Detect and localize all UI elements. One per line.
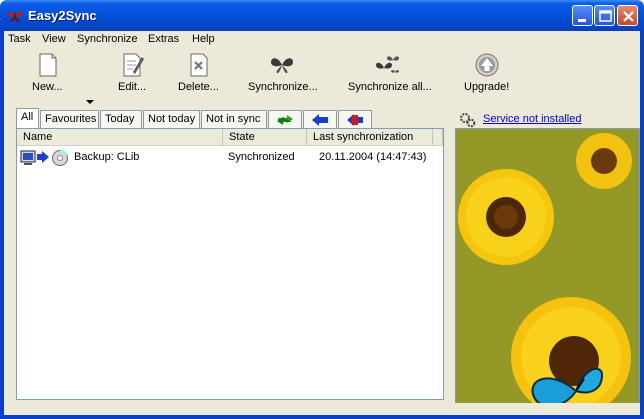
synchronize-all-label: Synchronize all... <box>348 81 432 93</box>
menu-extras[interactable]: Extras <box>148 33 179 45</box>
tab-favourites[interactable]: Favourites <box>40 110 99 128</box>
gears-icon <box>460 113 476 128</box>
synchronize-button[interactable]: Synchronize... <box>244 51 320 105</box>
tab-not-in-sync[interactable]: Not in sync <box>201 110 267 128</box>
blue-right-arrow-icon <box>37 151 49 163</box>
edit-label: Edit... <box>118 81 147 93</box>
column-header-name[interactable]: Name <box>17 129 223 146</box>
column-header-state[interactable]: State <box>223 129 307 146</box>
client-area: Task View Synchronize Extras Help New... <box>4 31 640 415</box>
menu-help[interactable]: Help <box>192 33 215 45</box>
close-button[interactable] <box>617 5 638 26</box>
tab-sync-left[interactable] <box>303 110 337 128</box>
synchronize-all-button[interactable]: Synchronize all... <box>344 51 432 105</box>
butterfly-app-icon <box>8 11 22 23</box>
sunflower-illustration <box>456 129 639 414</box>
tab-sync-right-conflict[interactable] <box>338 110 372 128</box>
upgrade-label: Upgrade! <box>464 81 510 93</box>
menu-bar: Task View Synchronize Extras Help <box>4 31 640 49</box>
edit-document-icon <box>123 53 144 77</box>
blue-left-arrow-icon <box>312 114 328 126</box>
maximize-icon <box>599 10 612 22</box>
column-header-filler <box>433 129 443 146</box>
computer-icon <box>20 150 36 165</box>
tab-not-today[interactable]: Not today <box>143 110 200 128</box>
minimize-button[interactable] <box>572 5 593 26</box>
synchronize-label: Synchronize... <box>248 81 318 93</box>
delete-label: Delete... <box>178 81 219 93</box>
butterfly-icon <box>271 58 293 74</box>
delete-button[interactable]: Delete... <box>174 51 224 105</box>
tab-all[interactable]: All <box>16 108 39 128</box>
sync-jobs-list[interactable]: Name State Last synchronization Backup: … <box>16 128 444 400</box>
new-dropdown-arrow-icon[interactable] <box>86 100 94 105</box>
close-icon <box>623 11 634 22</box>
sunflower-large <box>458 169 554 265</box>
new-label: New... <box>32 81 63 93</box>
app-window: Easy2Sync Task View Synchronize Extras H… <box>0 0 644 419</box>
delete-document-icon <box>190 53 208 77</box>
edit-button[interactable]: Edit... <box>110 51 154 105</box>
title-bar[interactable]: Easy2Sync <box>0 0 644 31</box>
sunflower-top-right <box>576 133 632 189</box>
tab-today[interactable]: Today <box>100 110 142 128</box>
tab-sync-both-directions[interactable] <box>268 110 302 128</box>
window-title: Easy2Sync <box>28 8 97 23</box>
row-name: Backup: CLib <box>74 151 140 163</box>
maximize-button[interactable] <box>594 5 615 26</box>
red-blue-arrow-icon <box>347 114 363 126</box>
cd-disc-icon <box>52 149 68 166</box>
service-not-installed-link[interactable]: Service not installed <box>483 113 581 125</box>
green-bidirectional-arrows-icon <box>277 115 293 125</box>
multiple-butterflies-icon <box>376 56 399 73</box>
sunflower-butterfly-image <box>455 128 640 415</box>
new-document-icon <box>39 53 57 77</box>
toolbar: New... Edit... Delete... Synchronize... … <box>4 51 640 105</box>
minimize-icon <box>578 19 586 22</box>
upgrade-button[interactable]: Upgrade! <box>459 51 515 105</box>
row-state: Synchronized <box>228 151 295 163</box>
menu-view[interactable]: View <box>42 33 66 45</box>
upgrade-arrow-icon <box>475 53 499 77</box>
menu-synchronize[interactable]: Synchronize <box>77 33 138 45</box>
new-button[interactable]: New... <box>26 51 70 105</box>
column-header-last-sync[interactable]: Last synchronization <box>307 129 433 146</box>
status-bar <box>4 403 640 415</box>
row-type-icons <box>20 149 68 166</box>
menu-task[interactable]: Task <box>8 33 31 45</box>
row-last-sync: 20.11.2004 (14:47:43) <box>319 151 427 163</box>
